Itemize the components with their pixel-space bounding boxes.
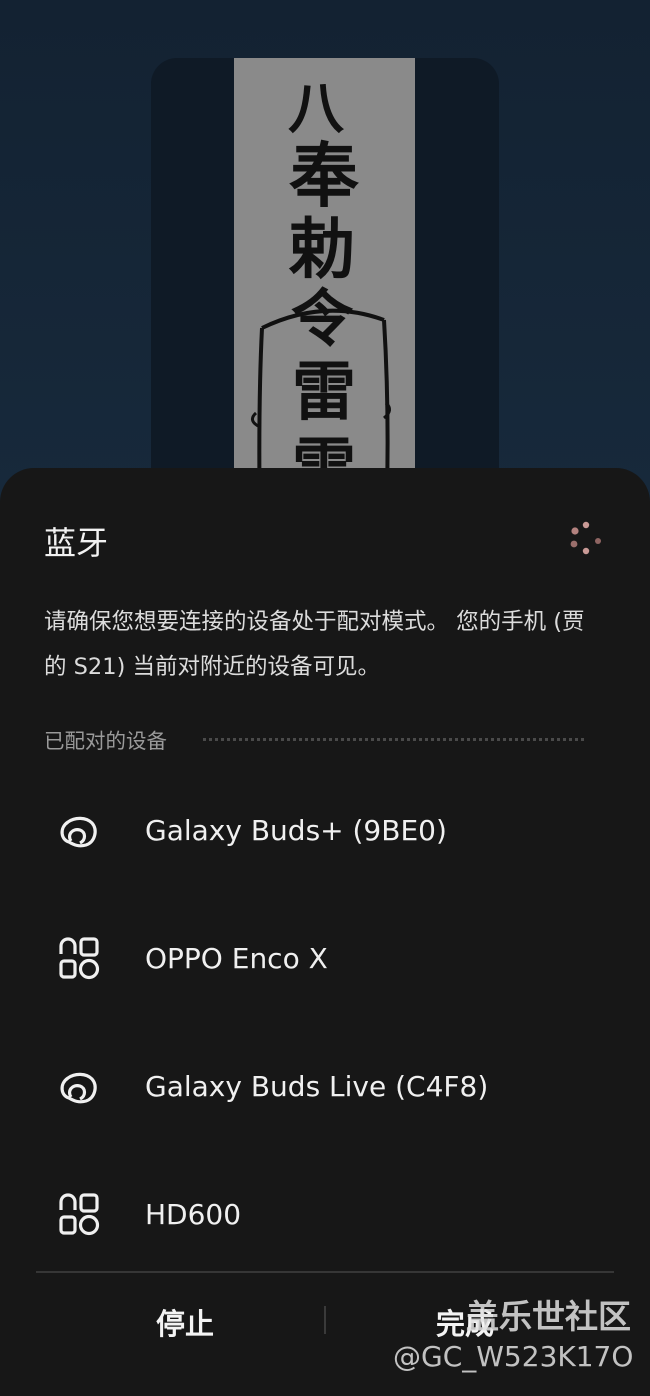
device-item[interactable]: HD600 (0, 1164, 650, 1264)
generic-device-icon (56, 1190, 104, 1238)
earbuds-icon (56, 1062, 104, 1110)
device-name: HD600 (145, 1197, 242, 1231)
device-name: OPPO Enco X (145, 941, 328, 975)
paired-devices-label: 已配对的设备 (44, 729, 167, 753)
watermark-title: 盖乐世社区 (466, 1297, 631, 1336)
paired-devices-header: 已配对的设备 (44, 724, 584, 754)
earbuds-icon (56, 806, 104, 854)
talisman-char-4: 令 (291, 282, 354, 355)
talisman-char-5: 雷 (292, 355, 356, 430)
button-divider (36, 1271, 614, 1273)
dialog-title: 蓝牙 (44, 524, 109, 562)
talisman-char-2: 奉 (289, 134, 359, 217)
generic-device-icon (56, 934, 104, 982)
device-item[interactable]: Galaxy Buds+ (9BE0) (0, 780, 650, 880)
talisman-char-1: 八 (288, 76, 345, 142)
section-divider (203, 737, 584, 741)
dialog-description: 请确保您想要连接的设备处于配对模式。 您的手机 (贾的 S21) 当前对附近的设… (44, 609, 585, 680)
device-item[interactable]: Galaxy Buds Live (C4F8) (0, 1036, 650, 1136)
device-item[interactable]: OPPO Enco X (0, 908, 650, 1008)
bluetooth-dialog: 蓝牙 请确保您想要连接的设备处于配对模式。 您的手机 (贾的 S21) 当前对附… (0, 468, 650, 1396)
watermark-handle: @GC_W523K17O (393, 1340, 634, 1373)
device-name: Galaxy Buds Live (C4F8) (145, 1069, 489, 1103)
scanning-spinner-icon (566, 518, 606, 558)
device-name: Galaxy Buds+ (9BE0) (145, 813, 447, 847)
stop-button[interactable]: 停止 (40, 1292, 330, 1352)
talisman-image: 八 奉 勅 令 雷 雷 (234, 58, 415, 528)
talisman-char-3: 勅 (288, 210, 355, 288)
background-card: 八 奉 勅 令 雷 雷 (151, 58, 499, 528)
